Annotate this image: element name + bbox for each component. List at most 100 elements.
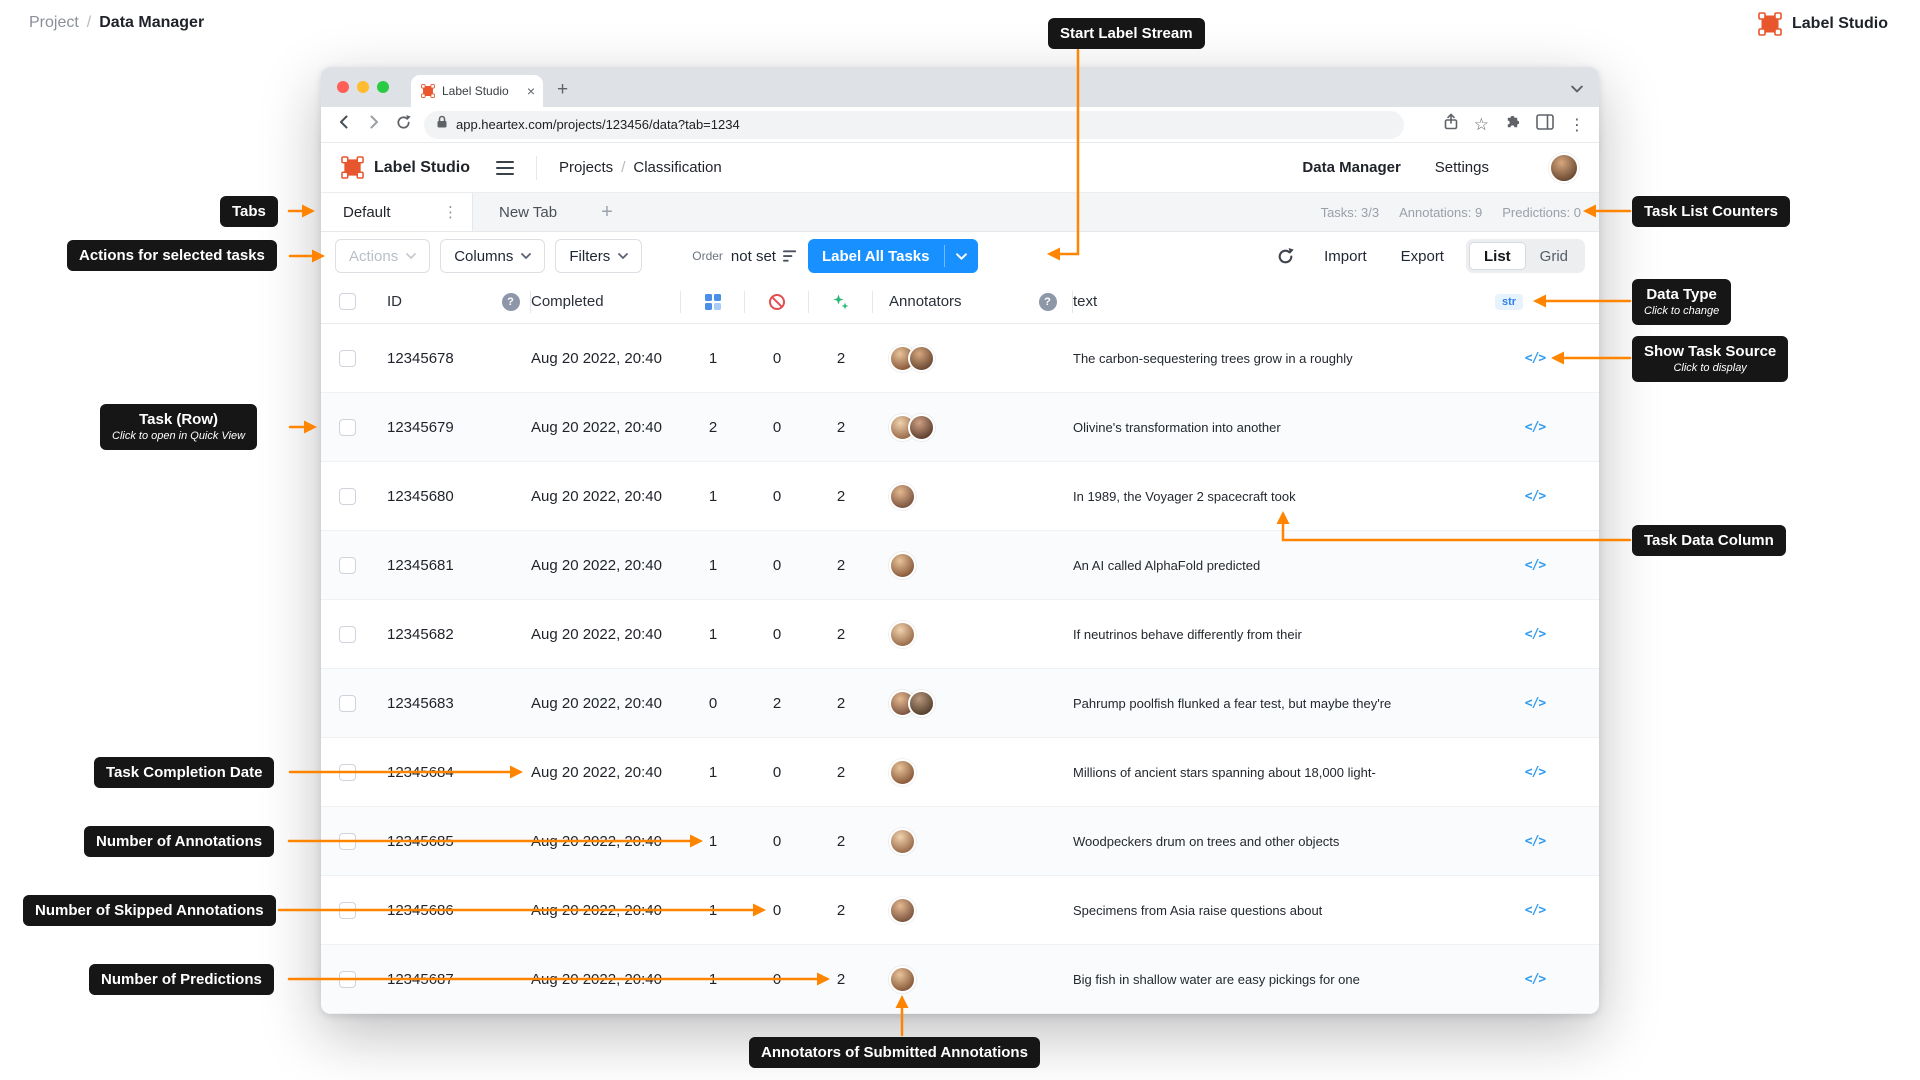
minimize-window-button[interactable]: [357, 81, 369, 93]
annotator-avatar[interactable]: [889, 482, 916, 510]
task-id: 12345685: [387, 832, 454, 850]
share-icon[interactable]: [1443, 113, 1459, 136]
refresh-icon[interactable]: [1268, 239, 1302, 273]
task-text: Specimens from Asia raise questions abou…: [1073, 902, 1323, 918]
tab-close-icon[interactable]: ×: [527, 84, 535, 98]
grid-view-button[interactable]: Grid: [1526, 242, 1582, 270]
tab-options-icon[interactable]: ⋮: [443, 203, 458, 221]
sidebar-icon[interactable]: [1536, 114, 1554, 135]
bookmark-star-icon[interactable]: ☆: [1474, 115, 1489, 135]
row-checkbox[interactable]: [339, 832, 356, 850]
annotator-avatar[interactable]: [908, 344, 935, 372]
header-completed[interactable]: Completed: [531, 290, 681, 313]
list-view-button[interactable]: List: [1468, 242, 1526, 270]
task-row[interactable]: 12345680 Aug 20 2022, 20:40 1 0 2 In 198…: [321, 462, 1599, 531]
app-nav: Data Manager Settings: [1302, 152, 1579, 183]
annotator-avatar[interactable]: [889, 758, 916, 786]
annotator-avatar[interactable]: [889, 551, 916, 579]
hamburger-menu-icon[interactable]: [496, 160, 514, 175]
annotator-avatar[interactable]: [889, 620, 916, 648]
show-source-icon[interactable]: </>: [1525, 558, 1547, 573]
task-row[interactable]: 12345685 Aug 20 2022, 20:40 1 0 2 Woodpe…: [321, 807, 1599, 876]
back-icon[interactable]: [335, 113, 353, 136]
actions-button[interactable]: Actions: [335, 239, 431, 273]
label-all-tasks-button[interactable]: Label All Tasks: [807, 239, 978, 273]
annotator-avatar[interactable]: [889, 965, 916, 993]
header-annotators[interactable]: Annotators: [873, 291, 1023, 313]
task-completed-date: Aug 20 2022, 20:40: [531, 832, 662, 850]
export-button[interactable]: Export: [1389, 239, 1456, 273]
task-row[interactable]: 12345682 Aug 20 2022, 20:40 1 0 2 If neu…: [321, 600, 1599, 669]
nav-settings[interactable]: Settings: [1435, 159, 1489, 176]
task-row[interactable]: 12345687 Aug 20 2022, 20:40 1 0 2 Big fi…: [321, 945, 1599, 1014]
row-checkbox[interactable]: [339, 901, 356, 919]
show-source-icon[interactable]: </>: [1525, 903, 1547, 918]
task-row[interactable]: 12345686 Aug 20 2022, 20:40 1 0 2 Specim…: [321, 876, 1599, 945]
show-source-icon[interactable]: </>: [1525, 351, 1547, 366]
header-skipped-icon-cell[interactable]: [745, 290, 809, 313]
tab-new-tab[interactable]: New Tab: [473, 193, 583, 231]
show-source-icon[interactable]: </>: [1525, 972, 1547, 987]
header-predictions-icon-cell[interactable]: [809, 290, 873, 313]
header-text[interactable]: text: [1073, 291, 1487, 313]
extensions-puzzle-icon[interactable]: [1504, 114, 1521, 136]
browser-menu-icon[interactable]: ⋮: [1569, 115, 1585, 135]
row-checkbox[interactable]: [339, 694, 356, 712]
close-window-button[interactable]: [337, 81, 349, 93]
show-source-icon[interactable]: </>: [1525, 627, 1547, 642]
breadcrumb: Project / Data Manager: [29, 14, 204, 32]
show-source-icon[interactable]: </>: [1525, 834, 1547, 849]
annotator-avatar[interactable]: [908, 689, 935, 717]
window-controls[interactable]: [337, 81, 389, 93]
annotator-avatar[interactable]: [908, 413, 935, 441]
task-row[interactable]: 12345679 Aug 20 2022, 20:40 2 0 2 Olivin…: [321, 393, 1599, 462]
row-checkbox[interactable]: [339, 970, 356, 988]
header-id[interactable]: ID: [375, 291, 491, 313]
user-avatar[interactable]: [1549, 152, 1579, 183]
task-id: 12345687: [387, 970, 454, 988]
app-breadcrumb-projects[interactable]: Projects: [559, 159, 613, 176]
add-tab-button[interactable]: +: [583, 193, 631, 231]
row-checkbox[interactable]: [339, 556, 356, 574]
row-checkbox[interactable]: [339, 418, 356, 436]
task-row[interactable]: 12345678 Aug 20 2022, 20:40 1 0 2 The ca…: [321, 324, 1599, 393]
show-source-icon[interactable]: </>: [1525, 696, 1547, 711]
row-checkbox[interactable]: [339, 625, 356, 643]
row-checkbox[interactable]: [339, 763, 356, 781]
annotator-avatar[interactable]: [889, 896, 916, 924]
url-bar[interactable]: app.heartex.com/projects/123456/data?tab…: [424, 110, 1404, 139]
breadcrumb-project[interactable]: Project: [29, 14, 79, 32]
select-all-checkbox[interactable]: [339, 293, 356, 310]
forward-icon[interactable]: [365, 113, 383, 136]
header-annotations-icon-cell[interactable]: [681, 290, 745, 313]
show-source-icon[interactable]: </>: [1525, 765, 1547, 780]
tab-search-chevron-icon[interactable]: [1571, 80, 1583, 98]
maximize-window-button[interactable]: [377, 81, 389, 93]
row-checkbox[interactable]: [339, 349, 356, 367]
columns-button[interactable]: Columns: [440, 239, 546, 273]
tab-default[interactable]: Default ⋮: [321, 193, 473, 231]
chevron-down-icon[interactable]: [945, 239, 978, 273]
row-checkbox[interactable]: [339, 487, 356, 505]
task-row[interactable]: 12345681 Aug 20 2022, 20:40 1 0 2 An AI …: [321, 531, 1599, 600]
order-value-text: not set: [730, 247, 776, 265]
data-type-badge[interactable]: str: [1495, 293, 1524, 310]
reload-icon[interactable]: [395, 114, 412, 136]
order-control[interactable]: Order not set: [692, 248, 798, 265]
help-icon[interactable]: ?: [1038, 292, 1057, 311]
task-row[interactable]: 12345683 Aug 20 2022, 20:40 0 2 2 Pahrum…: [321, 669, 1599, 738]
filters-button[interactable]: Filters: [555, 239, 643, 273]
import-button[interactable]: Import: [1312, 239, 1379, 273]
browser-tab[interactable]: Label Studio ×: [411, 75, 543, 107]
show-source-icon[interactable]: </>: [1525, 489, 1547, 504]
app-logo[interactable]: Label Studio: [341, 156, 470, 179]
help-icon[interactable]: ?: [501, 292, 520, 311]
nav-data-manager[interactable]: Data Manager: [1302, 159, 1400, 176]
annotator-avatar[interactable]: [889, 827, 916, 855]
skipped-count: 0: [772, 418, 782, 436]
show-source-icon[interactable]: </>: [1525, 420, 1547, 435]
new-browser-tab-button[interactable]: +: [557, 77, 568, 103]
order-value[interactable]: not set: [731, 248, 798, 265]
brand-name: Label Studio: [1792, 15, 1888, 32]
task-row[interactable]: 12345684 Aug 20 2022, 20:40 1 0 2 Millio…: [321, 738, 1599, 807]
